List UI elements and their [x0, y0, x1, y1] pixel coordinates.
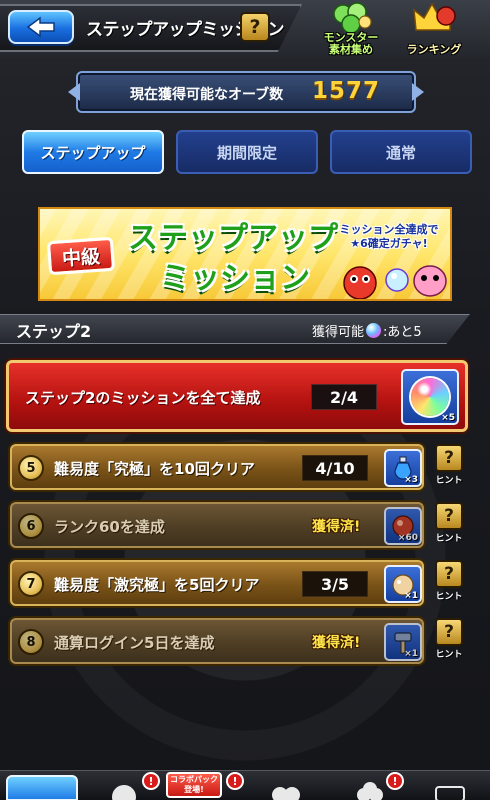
- mission-reward[interactable]: ×1: [384, 623, 422, 661]
- mission-progress: 4/10: [302, 455, 368, 481]
- tab-limited[interactable]: 期間限定: [176, 130, 318, 174]
- nav-item-5[interactable]: [350, 777, 390, 800]
- collab-line1: コラボパック: [170, 775, 218, 784]
- mission-progress: 3/5: [302, 571, 368, 597]
- reward-quantity: ×5: [441, 413, 455, 423]
- reward-quantity: ×3: [404, 475, 418, 485]
- ranking-button[interactable]: ランキング: [398, 2, 470, 56]
- mission-tabs: ステップアップ 期間限定 通常: [22, 130, 472, 176]
- hint-question-icon: ?: [435, 444, 463, 472]
- step-available: 獲得可能 :あと5: [312, 321, 422, 340]
- available-label: 獲得可能: [312, 325, 365, 340]
- orb-counter-label: 現在獲得可能なオーブ数: [130, 87, 284, 103]
- tab-normal[interactable]: 通常: [330, 130, 472, 174]
- mission-row: 5 難易度「究極」を10回クリア 4/10 ×3: [10, 444, 424, 490]
- monster-label-line2: 素材集め: [329, 43, 373, 56]
- hint-label: ヒント: [435, 592, 463, 602]
- main-mission-progress: 2/4: [311, 384, 377, 410]
- mission-claimed-label: 獲得済!: [312, 519, 361, 535]
- crown-icon: [413, 2, 456, 31]
- mission-text: 通算ログイン5日を達成: [54, 634, 215, 652]
- orb-counter-value: 1577: [312, 78, 381, 104]
- bottom-nav: [0, 770, 490, 800]
- step-up-banner[interactable]: 中級 ステップアップ ミッション ミッション全達成で ★6確定ガチャ!: [38, 207, 452, 301]
- reward-quantity: ×1: [404, 649, 418, 659]
- mission-reward[interactable]: ×1: [384, 565, 422, 603]
- mission-number: 7: [18, 571, 44, 597]
- nav-item-4[interactable]: [266, 777, 306, 800]
- banner-title-line2: ミッション: [160, 261, 310, 296]
- hint-label: ヒント: [435, 476, 463, 486]
- orb-icon: [366, 323, 382, 338]
- hint-label: ヒント: [435, 650, 463, 660]
- nav-menu-icon: [435, 786, 465, 800]
- back-button[interactable]: [8, 10, 74, 44]
- red-monster-icon: [343, 266, 377, 299]
- reward-quantity: ×1: [404, 591, 418, 601]
- notification-badge: !: [142, 772, 160, 790]
- nav-item-2[interactable]: [104, 777, 144, 800]
- mission-row: 8 通算ログイン5日を達成 獲得済! ×1: [10, 618, 424, 664]
- mission-claimed-label: 獲得済!: [312, 635, 361, 651]
- hint-question-icon: ?: [435, 618, 463, 646]
- level-badge: 中級: [46, 236, 116, 276]
- hint-label: ヒント: [435, 534, 463, 544]
- tab-step-up[interactable]: ステップアップ: [22, 130, 164, 174]
- nav-home-button[interactable]: [6, 775, 78, 800]
- hint-question-icon: ?: [435, 560, 463, 588]
- hint-button[interactable]: ? ヒント: [432, 618, 466, 664]
- mission-text: 難易度「究極」を10回クリア: [54, 460, 255, 478]
- mission-number: 8: [18, 629, 44, 655]
- hint-button[interactable]: ? ヒント: [432, 502, 466, 548]
- hint-button[interactable]: ? ヒント: [432, 560, 466, 606]
- hint-button[interactable]: ? ヒント: [432, 444, 466, 490]
- banner-subtitle: ミッション全達成で ★6確定ガチャ!: [330, 223, 448, 251]
- mission-row: 7 難易度「激究極」を5回クリア 3/5 ×1: [10, 560, 424, 606]
- main-mission-row[interactable]: ステップ2のミッションを全て達成 2/4 ×5: [6, 360, 468, 432]
- help-button[interactable]: ?: [240, 12, 270, 42]
- mission-row: 6 ランク60を達成 獲得済! ×60: [10, 502, 424, 548]
- main-mission-reward[interactable]: ×5: [401, 369, 459, 425]
- nav-item-6[interactable]: [430, 777, 470, 800]
- banner-sub-line2: ★6確定ガチャ!: [350, 237, 428, 250]
- notification-badge: !: [386, 772, 404, 790]
- nav-clover-icon: [357, 782, 383, 800]
- orb-counter: 現在獲得可能なオーブ数 1577: [76, 71, 416, 113]
- monster-materials-button[interactable]: モンスター 素材集め: [315, 2, 387, 56]
- nav-heart-icon: [272, 787, 300, 800]
- mission-number: 6: [18, 513, 44, 539]
- hint-question-icon: ?: [435, 502, 463, 530]
- nav-monster-icon: [112, 785, 136, 800]
- available-remaining: :あと5: [383, 325, 422, 340]
- notification-badge: !: [226, 772, 244, 790]
- collab-line2: 登場!: [184, 785, 204, 794]
- pink-monster-icon: [413, 265, 447, 297]
- mission-text: ランク60を達成: [54, 518, 165, 536]
- banner-title-line1: ステップアップ: [128, 221, 338, 256]
- step-label: ステップ2: [16, 322, 92, 341]
- mission-text: 難易度「激究極」を5回クリア: [54, 576, 260, 594]
- reward-quantity: ×60: [397, 533, 418, 543]
- rainbow-orb-icon: [411, 378, 449, 416]
- main-mission-text: ステップ2のミッションを全て達成: [25, 389, 261, 407]
- mission-reward[interactable]: ×3: [384, 449, 422, 487]
- banner-sub-line1: ミッション全達成で: [339, 223, 439, 236]
- header-bar: ステップアップミッション ? モンスター 素材集め ランキング: [0, 0, 490, 58]
- back-arrow-icon: [26, 16, 55, 38]
- ranking-label: ランキング: [406, 43, 462, 56]
- mission-number: 5: [18, 455, 44, 481]
- collab-pack-tag[interactable]: コラボパック 登場!: [166, 772, 222, 798]
- orb-decoration-icon: [385, 268, 409, 292]
- mission-reward[interactable]: ×60: [384, 507, 422, 545]
